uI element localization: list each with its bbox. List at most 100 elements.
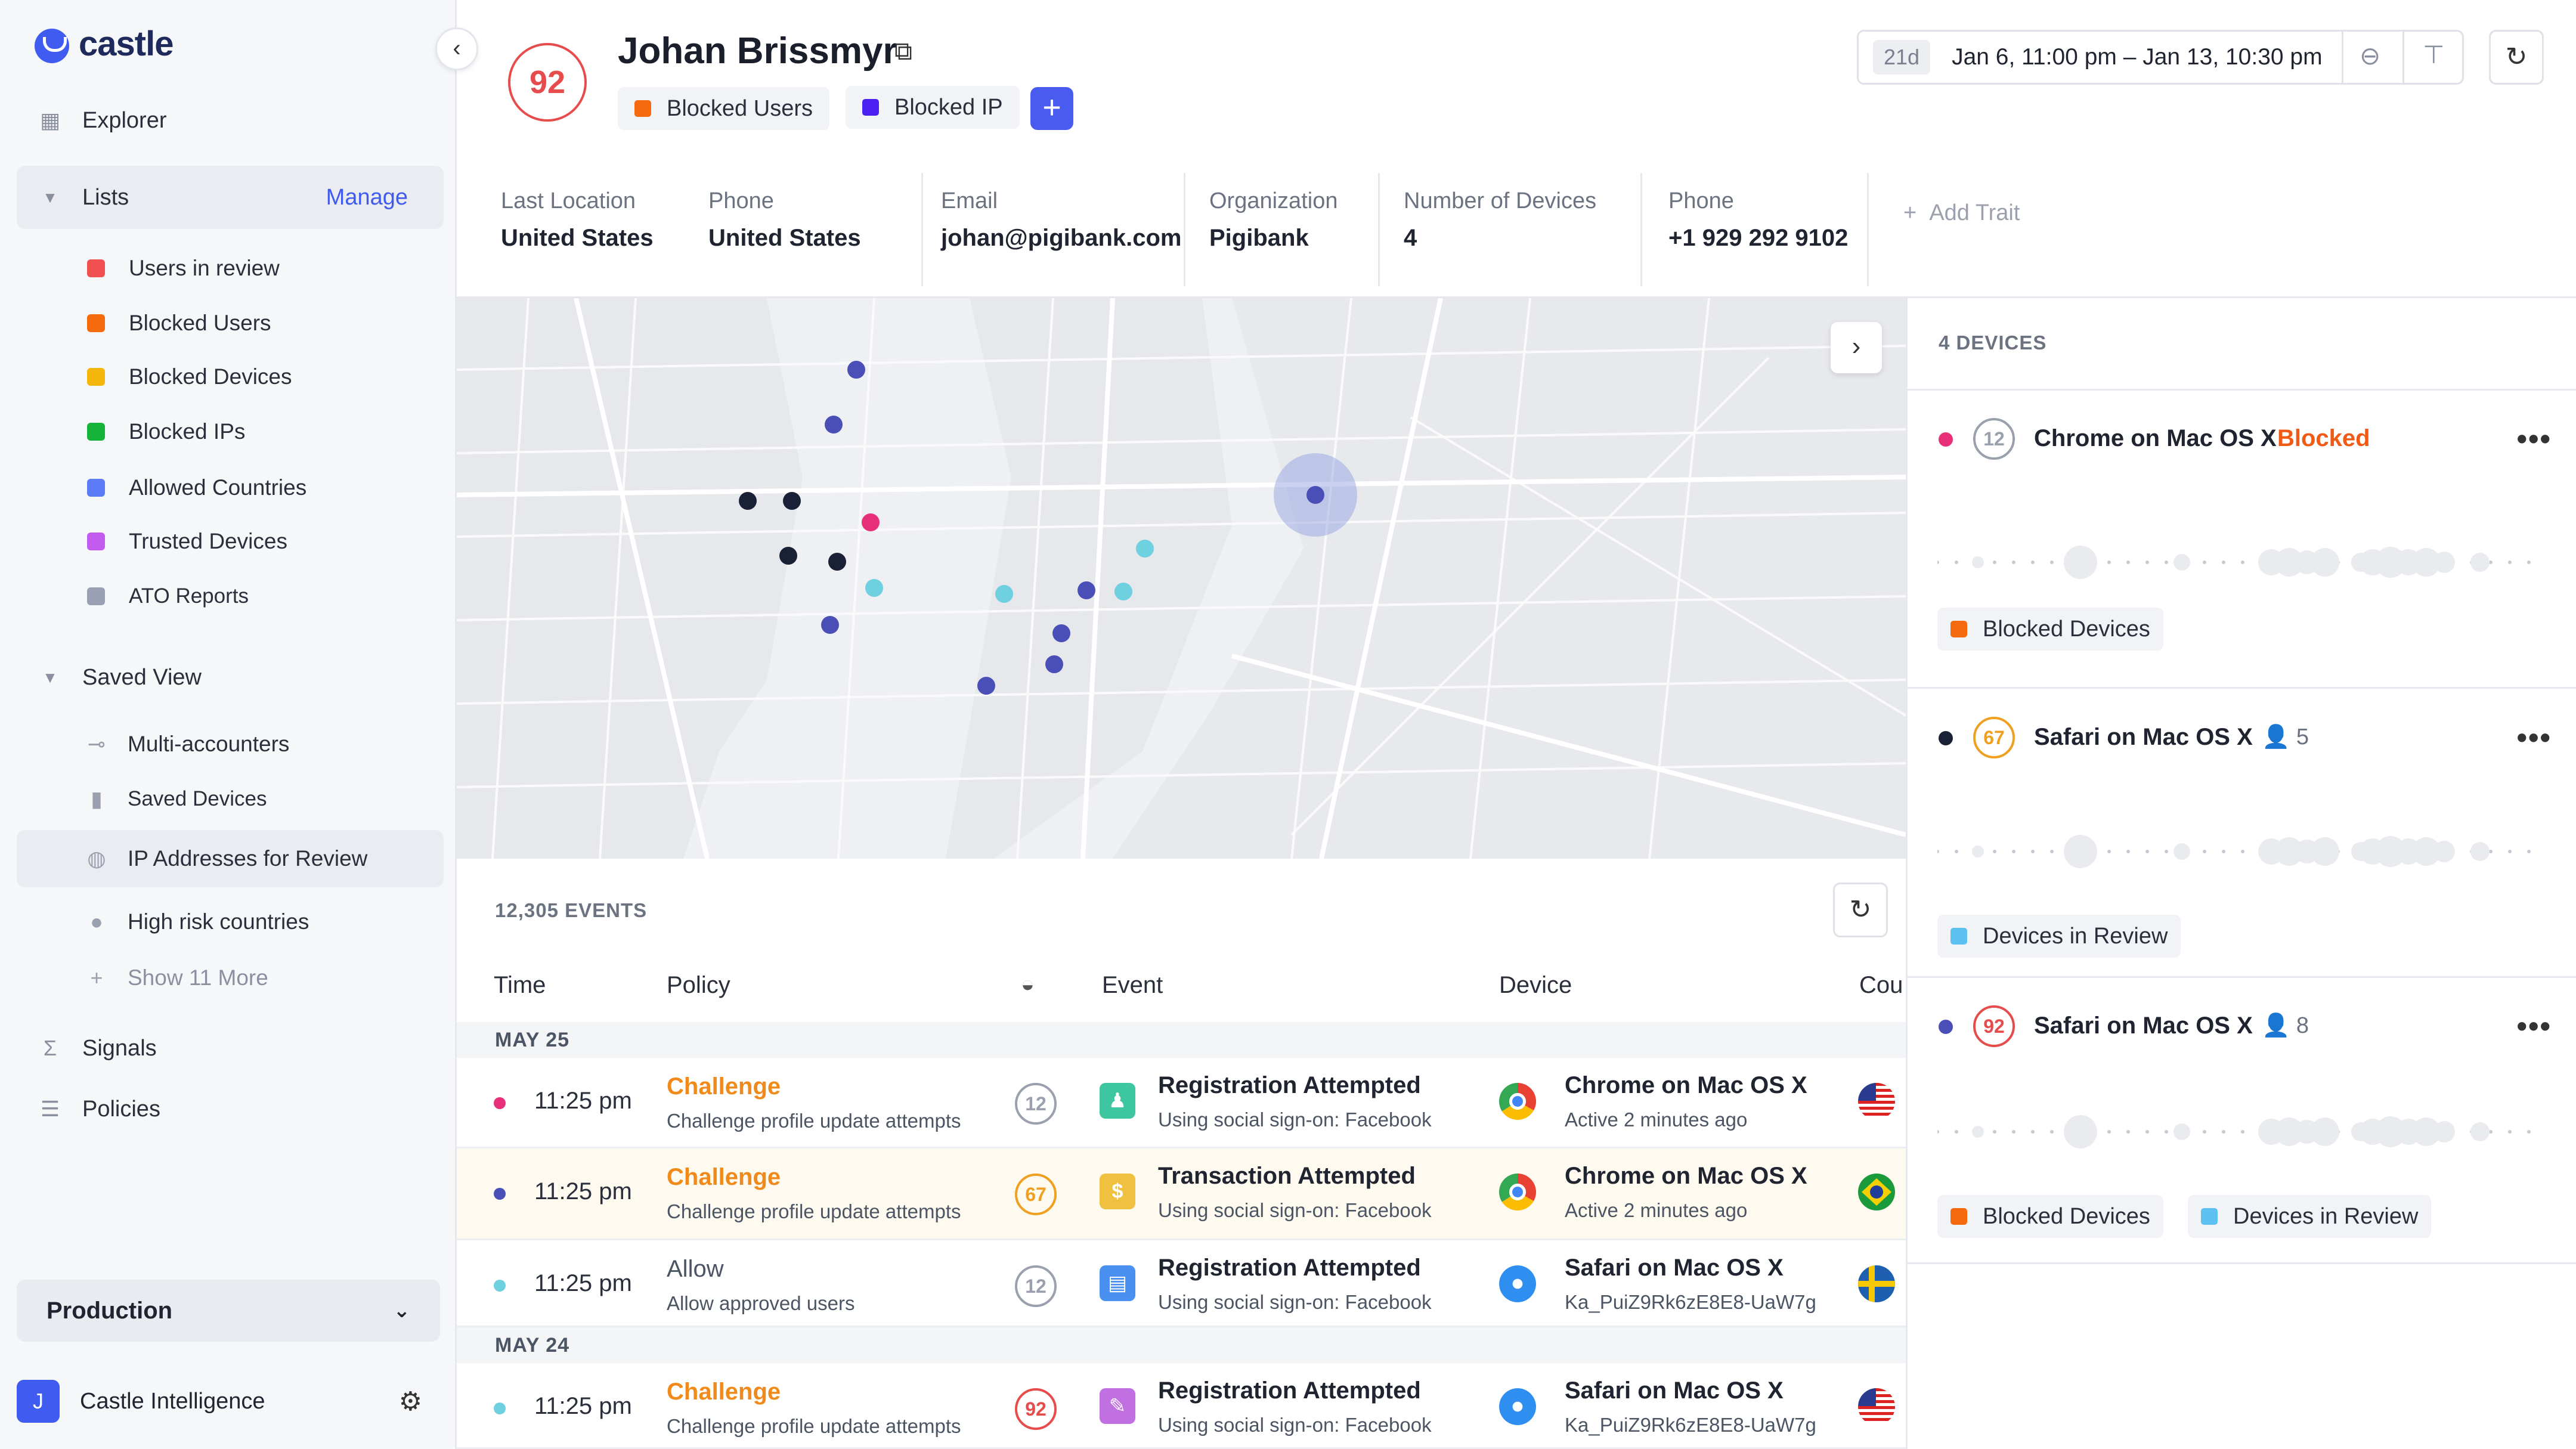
saved-view-high-risk[interactable]: ● High risk countries (0, 898, 444, 946)
policy-cell[interactable]: Allow Allow approved users (667, 1256, 855, 1315)
event-row[interactable]: 11:25 pm Challenge Challenge profile updat… (457, 1058, 1906, 1148)
event-cell[interactable]: Registration Attempted Using social sign-… (1158, 1255, 1432, 1314)
event-row[interactable]: 11:25 pm Challenge Challenge profile updat… (457, 1148, 1906, 1240)
more-options-icon[interactable]: ••• (2516, 422, 2552, 456)
divider (2402, 32, 2404, 83)
gauge-icon[interactable]: ◒ (1021, 972, 1035, 998)
nav-lists[interactable]: ▼ Lists Manage (17, 166, 444, 229)
external-link-icon[interactable]: ⧉ (894, 37, 912, 66)
device-list-chip[interactable]: Blocked Devices (1937, 1195, 2163, 1238)
map-point[interactable] (1078, 581, 1095, 599)
map-point[interactable] (779, 547, 797, 565)
device-list-chip[interactable]: Blocked Devices (1937, 608, 2163, 651)
map-point[interactable] (739, 492, 757, 510)
event-row[interactable]: 11:25 pm Challenge Challenge profile updat… (457, 1363, 1906, 1449)
more-options-icon[interactable]: ••• (2516, 720, 2552, 755)
list-item[interactable]: Allowed Countries (0, 464, 444, 512)
add-list-button[interactable]: + (1030, 87, 1073, 130)
map-point[interactable] (1045, 655, 1063, 673)
list-item[interactable]: Users in review (0, 244, 444, 292)
event-cell[interactable]: Transaction Attempted Using social sign-o… (1158, 1163, 1432, 1222)
map-point[interactable] (821, 616, 839, 634)
map-point[interactable] (1114, 583, 1132, 600)
chip-blocked-users[interactable]: Blocked Users (618, 87, 829, 130)
location-map[interactable]: › (457, 298, 1906, 859)
chip-label: Blocked Users (667, 95, 813, 121)
refresh-icon: ↻ (2505, 42, 2528, 72)
expand-map-button[interactable]: › (1831, 322, 1882, 373)
map-point[interactable] (783, 492, 801, 510)
list-item[interactable]: Trusted Devices (0, 518, 444, 565)
nav-signals[interactable]: Σ Signals (17, 1018, 444, 1078)
add-trait-button[interactable]: + Add Trait (1903, 200, 2020, 226)
list-color-swatch (87, 479, 105, 497)
events-refresh-button[interactable]: ↻ (1833, 883, 1888, 937)
nav-saved-view[interactable]: ▼ Saved View (17, 648, 444, 707)
device-color-dot (1939, 731, 1953, 745)
map-point[interactable] (825, 416, 843, 434)
trait-label: Number of Devices (1404, 188, 1597, 213)
policy-cell[interactable]: Challenge Challenge profile update attemp… (667, 1379, 961, 1438)
list-item-label: Allowed Countries (129, 475, 307, 500)
chip-label: Devices in Review (1983, 923, 2168, 949)
manage-link[interactable]: Manage (326, 185, 408, 210)
nav-policies[interactable]: ☰ Policies (17, 1079, 444, 1139)
map-point[interactable] (1306, 486, 1324, 504)
date-range-picker[interactable]: 21d Jan 6, 11:00 pm – Jan 13, 10:30 pm ⊖… (1857, 30, 2464, 85)
chip-blocked-ip[interactable]: Blocked IP (846, 86, 1020, 129)
device-description: Active 2 minutes ago (1565, 1199, 1748, 1221)
column-country[interactable]: Cou (1859, 972, 1903, 999)
saved-view-saved-devices[interactable]: ▮ Saved Devices (0, 775, 444, 823)
device-list-chip[interactable]: Devices in Review (1937, 915, 2181, 958)
map-point[interactable] (977, 677, 995, 695)
device-cell[interactable]: Safari on Mac OS X Ka_PuiZ9Rk6zE8E8-UaW7g (1565, 1255, 1816, 1314)
show-more-link[interactable]: + Show 11 More (0, 954, 444, 1002)
map-point[interactable] (1052, 624, 1070, 642)
device-cell[interactable]: Safari on Mac OS X Ka_PuiZ9Rk6zE8E8-UaW7g (1565, 1377, 1816, 1436)
column-time[interactable]: Time (494, 972, 546, 999)
device-cell[interactable]: Chrome on Mac OS X Active 2 minutes ago (1565, 1072, 1807, 1131)
user-icon: 👤 (2262, 724, 2290, 750)
event-row[interactable]: 11:25 pm Allow Allow approved users 12 ▤ Regi… (457, 1240, 1906, 1327)
environment-select[interactable]: Production ⌄ (17, 1280, 440, 1342)
map-point[interactable] (847, 361, 865, 379)
collapse-sidebar-button[interactable]: ‹ (435, 27, 478, 70)
saved-view-multi-accounters[interactable]: ⊸ Multi-accounters (0, 720, 444, 768)
more-options-icon[interactable]: ••• (2516, 1009, 2552, 1044)
policy-cell[interactable]: Challenge Challenge profile update attemp… (667, 1073, 961, 1132)
device-card[interactable]: 92 Safari on Mac OS X 👤 8 ••• Blocked Device… (1908, 978, 2576, 1264)
user-name: Johan Brissmyr (618, 30, 897, 72)
list-item[interactable]: ATO Reports (0, 572, 444, 620)
nav-explorer[interactable]: ▦ Explorer (17, 91, 444, 150)
refresh-button[interactable]: ↻ (2489, 30, 2544, 85)
pin-icon[interactable]: ⊤ (2423, 40, 2445, 69)
zoom-out-icon[interactable]: ⊖ (2360, 41, 2380, 70)
list-item-label: ATO Reports (129, 584, 249, 608)
column-policy[interactable]: Policy (667, 972, 730, 999)
event-cell[interactable]: Registration Attempted Using social sign-… (1158, 1377, 1432, 1436)
device-card[interactable]: 12 Chrome on Mac OS X Blocked ••• Blocked De… (1908, 391, 2576, 689)
map-point[interactable] (862, 513, 880, 531)
map-point[interactable] (995, 585, 1013, 603)
map-point[interactable] (1136, 540, 1154, 558)
column-device[interactable]: Device (1499, 972, 1572, 999)
map-point[interactable] (828, 553, 846, 571)
device-cell[interactable]: Chrome on Mac OS X Active 2 minutes ago (1565, 1163, 1807, 1222)
list-item[interactable]: Blocked IPs (0, 408, 444, 456)
column-event[interactable]: Event (1102, 972, 1163, 999)
saved-view-ip-addresses[interactable]: ◍ IP Addresses for Review (17, 830, 444, 887)
trait-organization: Organization Pigibank (1185, 173, 1380, 286)
account-menu[interactable]: J Castle Intelligence ⚙ (17, 1377, 440, 1425)
device-card[interactable]: 67 Safari on Mac OS X 👤 5 ••• Devices in Rev… (1908, 689, 2576, 978)
device-user-count: 8 (2296, 1013, 2309, 1038)
map-point[interactable] (865, 579, 883, 597)
risk-score-badge: 92 (1015, 1388, 1057, 1430)
gear-icon[interactable]: ⚙ (399, 1386, 422, 1417)
device-list-chip[interactable]: Devices in Review (2188, 1195, 2432, 1238)
list-item[interactable]: Blocked Users (0, 299, 444, 347)
event-cell[interactable]: Registration Attempted Using social sign-… (1158, 1072, 1432, 1131)
event-description: Using social sign-on: Facebook (1158, 1414, 1432, 1436)
policy-description: Challenge profile update attempts (667, 1415, 961, 1437)
policy-cell[interactable]: Challenge Challenge profile update attemp… (667, 1164, 961, 1223)
list-item[interactable]: Blocked Devices (0, 353, 444, 401)
